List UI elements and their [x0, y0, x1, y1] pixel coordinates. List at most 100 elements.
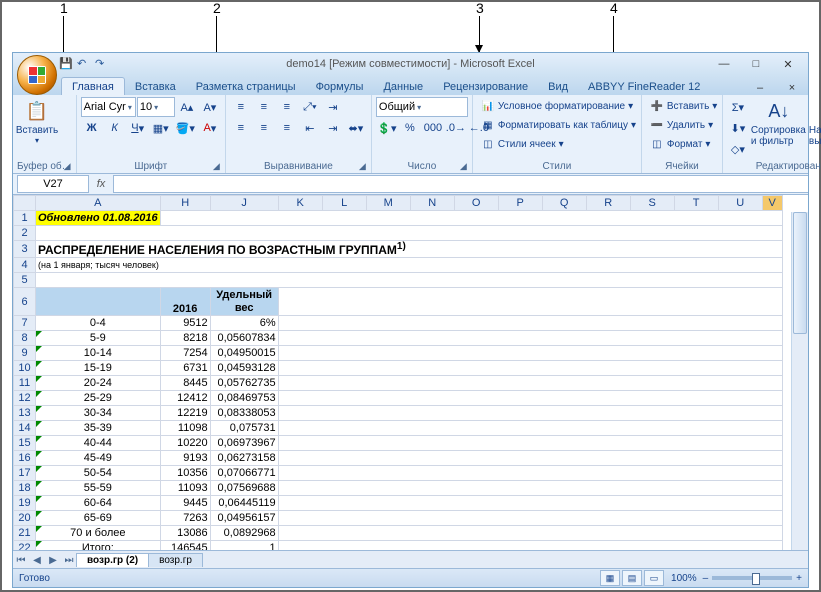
- qat-undo-icon[interactable]: ↶: [77, 57, 91, 71]
- cell[interactable]: 10356: [160, 466, 210, 481]
- col-header[interactable]: M: [366, 196, 410, 211]
- select-all-corner[interactable]: [14, 196, 36, 211]
- cell[interactable]: 7263: [160, 511, 210, 526]
- alignment-launcher-icon[interactable]: ◢: [359, 161, 369, 171]
- cell[interactable]: 13086: [160, 526, 210, 541]
- workbook-close-button[interactable]: ×: [780, 81, 804, 95]
- row-header[interactable]: 17: [14, 466, 36, 481]
- cell[interactable]: (на 1 января; тысяч человек): [36, 258, 783, 273]
- row-header[interactable]: 9: [14, 346, 36, 361]
- cell-title[interactable]: РАСПРЕДЕЛЕНИЕ НАСЕЛЕНИЯ ПО ВОЗРАСТНЫМ ГР…: [36, 241, 783, 258]
- row-header[interactable]: 2: [14, 226, 36, 241]
- align-center-button[interactable]: ≡: [253, 118, 275, 138]
- sheet-nav-first-icon[interactable]: ⏮: [13, 555, 29, 566]
- tab-home[interactable]: Главная: [61, 77, 125, 95]
- tab-view[interactable]: Вид: [538, 78, 578, 95]
- row-header[interactable]: 5: [14, 273, 36, 288]
- col-header[interactable]: J: [210, 196, 278, 211]
- cell[interactable]: 70 и более: [36, 526, 161, 541]
- row-header[interactable]: 15: [14, 436, 36, 451]
- underline-button[interactable]: Ч▾: [127, 118, 149, 138]
- view-pagebreak-button[interactable]: ▭: [644, 570, 664, 586]
- cell[interactable]: 7254: [160, 346, 210, 361]
- row-header[interactable]: 7: [14, 316, 36, 331]
- cell[interactable]: 55-59: [36, 481, 161, 496]
- percent-button[interactable]: %: [399, 118, 421, 138]
- sort-filter-button[interactable]: A↓Сортировка и фильтр: [751, 97, 807, 147]
- cell[interactable]: 6%: [210, 316, 278, 331]
- cell[interactable]: 0,08338053: [210, 406, 278, 421]
- zoom-slider[interactable]: [712, 576, 792, 580]
- minimize-button[interactable]: —: [712, 57, 736, 71]
- col-header[interactable]: N: [410, 196, 454, 211]
- cell[interactable]: 0,07066771: [210, 466, 278, 481]
- cell[interactable]: 6731: [160, 361, 210, 376]
- fx-button[interactable]: fx: [93, 178, 109, 190]
- cell[interactable]: 0,04950015: [210, 346, 278, 361]
- close-button[interactable]: ✕: [776, 57, 800, 71]
- cell[interactable]: 20-24: [36, 376, 161, 391]
- col-header[interactable]: R: [586, 196, 630, 211]
- row-header[interactable]: 3: [14, 241, 36, 258]
- cell[interactable]: 11093: [160, 481, 210, 496]
- sheet-nav-next-icon[interactable]: ▶: [45, 555, 61, 566]
- col-header[interactable]: U: [718, 196, 762, 211]
- col-header[interactable]: L: [322, 196, 366, 211]
- cell[interactable]: 5-9: [36, 331, 161, 346]
- col-header[interactable]: K: [278, 196, 322, 211]
- scrollbar-thumb[interactable]: [793, 212, 807, 334]
- row-header[interactable]: 14: [14, 421, 36, 436]
- increase-indent-button[interactable]: ⇥: [322, 118, 344, 138]
- col-header[interactable]: V: [762, 196, 782, 211]
- name-box[interactable]: V27: [17, 175, 89, 193]
- tab-abbyy[interactable]: ABBYY FineReader 12: [578, 78, 710, 95]
- cell[interactable]: 10-14: [36, 346, 161, 361]
- cell[interactable]: 9445: [160, 496, 210, 511]
- office-button[interactable]: [17, 55, 57, 95]
- tab-insert[interactable]: Вставка: [125, 78, 186, 95]
- format-as-table-button[interactable]: ▦Форматировать как таблицу▾: [477, 116, 640, 134]
- align-bottom-button[interactable]: ≡: [276, 97, 298, 117]
- worksheet-grid[interactable]: A H J K L M N O P Q R S T U V 1Обновлено…: [13, 195, 808, 551]
- shrink-font-button[interactable]: A▾: [199, 97, 221, 117]
- cell[interactable]: 0,075731: [210, 421, 278, 436]
- cell[interactable]: 40-44: [36, 436, 161, 451]
- cell[interactable]: Удельный вес: [210, 288, 278, 316]
- col-header[interactable]: S: [630, 196, 674, 211]
- find-select-button[interactable]: 🔍Найти и выделить: [809, 97, 821, 147]
- formula-input[interactable]: [113, 175, 808, 193]
- row-header[interactable]: 11: [14, 376, 36, 391]
- cell[interactable]: 10220: [160, 436, 210, 451]
- cell[interactable]: 60-64: [36, 496, 161, 511]
- cell[interactable]: Обновлено 01.08.2016: [36, 211, 161, 226]
- cell[interactable]: 9512: [160, 316, 210, 331]
- col-header[interactable]: T: [674, 196, 718, 211]
- delete-cells-button[interactable]: ➖Удалить▾: [646, 116, 721, 134]
- comma-button[interactable]: 000: [422, 118, 444, 138]
- zoom-in-button[interactable]: +: [796, 573, 802, 584]
- zoom-level[interactable]: 100%: [671, 573, 697, 584]
- sheet-tab[interactable]: возр.гр (2): [76, 553, 149, 567]
- cell[interactable]: 0,05762735: [210, 376, 278, 391]
- row-header[interactable]: 8: [14, 331, 36, 346]
- orientation-button[interactable]: ⤢▾: [299, 97, 321, 117]
- row-header[interactable]: 18: [14, 481, 36, 496]
- row-header[interactable]: 20: [14, 511, 36, 526]
- sheet-nav-prev-icon[interactable]: ◀: [29, 555, 45, 566]
- align-middle-button[interactable]: ≡: [253, 97, 275, 117]
- cell[interactable]: 2016: [160, 288, 210, 316]
- cell[interactable]: 8445: [160, 376, 210, 391]
- cell[interactable]: 12412: [160, 391, 210, 406]
- row-header[interactable]: 13: [14, 406, 36, 421]
- qat-redo-icon[interactable]: ↷: [95, 57, 109, 71]
- tab-formulas[interactable]: Формулы: [306, 78, 374, 95]
- increase-decimal-button[interactable]: .0→: [445, 118, 467, 138]
- ribbon-minimize-button[interactable]: –: [748, 81, 772, 95]
- cell[interactable]: 65-69: [36, 511, 161, 526]
- align-left-button[interactable]: ≡: [230, 118, 252, 138]
- cell[interactable]: 11098: [160, 421, 210, 436]
- sheet-tab[interactable]: возр.гр: [148, 553, 203, 567]
- cell[interactable]: 0,06445119: [210, 496, 278, 511]
- autosum-button[interactable]: Σ▾: [727, 97, 749, 117]
- vertical-scrollbar[interactable]: [791, 212, 808, 551]
